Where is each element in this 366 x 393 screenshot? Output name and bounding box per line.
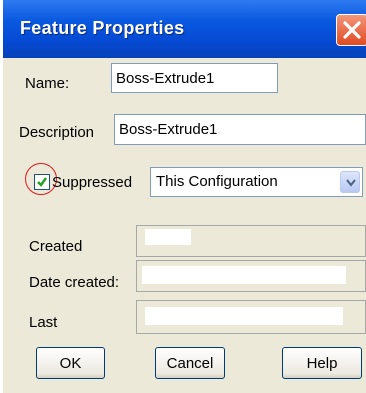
last-field — [136, 300, 366, 334]
cancel-button[interactable]: Cancel — [155, 347, 225, 379]
name-label: Name: — [25, 75, 70, 92]
configuration-select-value: This Configuration — [156, 173, 278, 190]
close-icon — [343, 21, 361, 39]
feature-properties-dialog: Feature Properties Name: Boss-Extrude1 D… — [3, 0, 366, 393]
description-input[interactable]: Boss-Extrude1 — [114, 114, 366, 145]
dropdown-arrow-button[interactable] — [340, 171, 360, 193]
created-field — [136, 225, 366, 257]
date-created-label: Date created: — [29, 274, 120, 291]
help-button[interactable]: Help — [282, 347, 362, 379]
date-created-field — [136, 260, 366, 292]
name-input[interactable]: Boss-Extrude1 — [111, 63, 278, 93]
created-label: Created — [29, 238, 83, 255]
chevron-down-icon — [346, 179, 356, 187]
suppressed-label: Suppressed — [52, 174, 133, 191]
dialog-title: Feature Properties — [20, 18, 185, 38]
configuration-select[interactable]: This Configuration — [150, 167, 363, 197]
ok-button[interactable]: OK — [36, 347, 105, 379]
description-label: Description — [19, 124, 95, 141]
last-label: Last — [29, 314, 58, 331]
close-button[interactable] — [336, 14, 366, 46]
title-bar[interactable]: Feature Properties — [3, 0, 366, 58]
